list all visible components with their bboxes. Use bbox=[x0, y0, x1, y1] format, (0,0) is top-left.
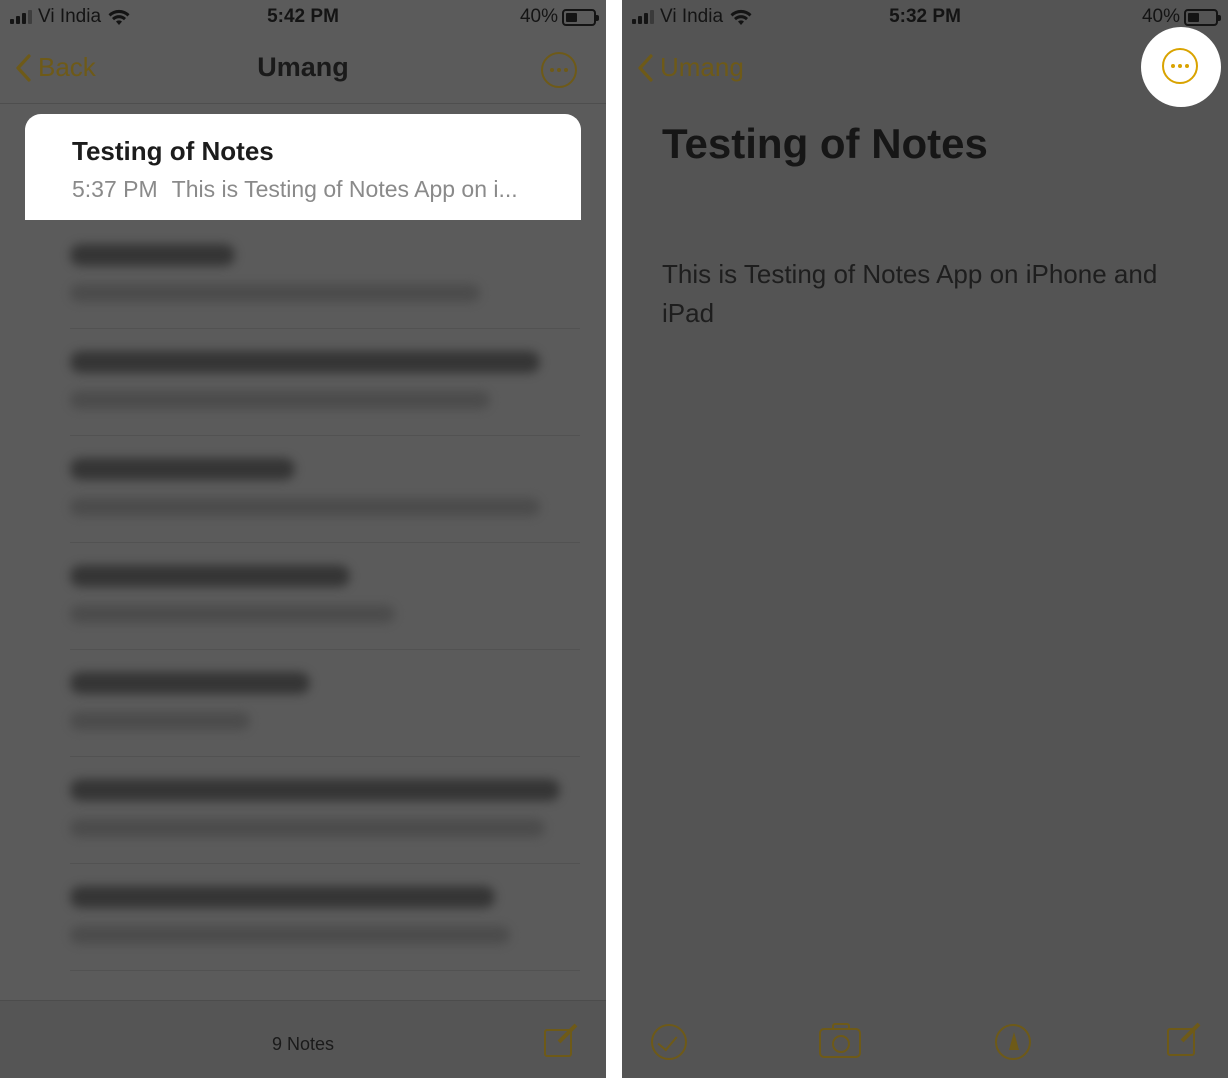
list-item-blurred[interactable] bbox=[70, 436, 580, 543]
checklist-icon[interactable] bbox=[651, 1024, 687, 1060]
note-title[interactable]: Testing of Notes bbox=[662, 120, 988, 168]
back-label: Umang bbox=[660, 52, 744, 82]
more-icon[interactable] bbox=[1162, 48, 1198, 84]
battery-percent: 40% bbox=[1141, 6, 1180, 27]
status-bar: Vi India 5:42 PM 40% bbox=[0, 0, 606, 36]
navigation-bar: Back Umang bbox=[0, 36, 606, 104]
note-detail-screen: Vi India 5:32 PM 40% Umang Testing of No… bbox=[622, 0, 1228, 1078]
list-item-blurred[interactable] bbox=[70, 543, 580, 650]
battery-icon bbox=[1184, 8, 1221, 26]
note-item-subtitle: 5:37 PM This is Testing of Notes App on i… bbox=[72, 176, 518, 203]
compose-icon[interactable] bbox=[1167, 1022, 1201, 1056]
note-body[interactable]: This is Testing of Notes App on iPhone a… bbox=[662, 255, 1202, 333]
list-item-blurred[interactable] bbox=[70, 222, 580, 329]
battery-percent: 40% bbox=[519, 6, 558, 27]
camera-icon[interactable] bbox=[819, 1023, 861, 1058]
note-item-highlighted[interactable]: Testing of Notes 5:37 PM This is Testing … bbox=[25, 114, 581, 220]
note-item-preview: This is Testing of Notes App on i... bbox=[171, 176, 518, 202]
back-button[interactable]: Umang bbox=[636, 52, 744, 83]
list-item-blurred[interactable] bbox=[70, 864, 580, 971]
more-icon[interactable] bbox=[541, 52, 577, 88]
chevron-left-icon bbox=[638, 53, 653, 82]
list-item-blurred[interactable] bbox=[70, 329, 580, 436]
compose-icon[interactable] bbox=[544, 1023, 578, 1057]
status-time: 5:42 PM bbox=[267, 6, 339, 27]
notes-list-screen: Vi India 5:42 PM 40% Back Umang Testing … bbox=[0, 0, 606, 1078]
list-item-blurred[interactable] bbox=[70, 757, 580, 864]
folder-title: Umang bbox=[257, 52, 349, 82]
markup-icon[interactable] bbox=[995, 1024, 1031, 1060]
bottom-toolbar: 9 Notes bbox=[0, 1000, 606, 1078]
navigation-bar: Umang bbox=[622, 36, 1228, 104]
notes-count: 9 Notes bbox=[271, 1034, 335, 1054]
more-button-highlight[interactable] bbox=[1141, 27, 1221, 107]
note-item-title: Testing of Notes bbox=[72, 136, 274, 166]
battery-icon bbox=[562, 8, 599, 26]
list-item-blurred[interactable] bbox=[70, 650, 580, 757]
status-bar: Vi India 5:32 PM 40% bbox=[622, 0, 1228, 36]
status-time: 5:32 PM bbox=[889, 6, 961, 27]
note-item-time: 5:37 PM bbox=[72, 176, 158, 202]
